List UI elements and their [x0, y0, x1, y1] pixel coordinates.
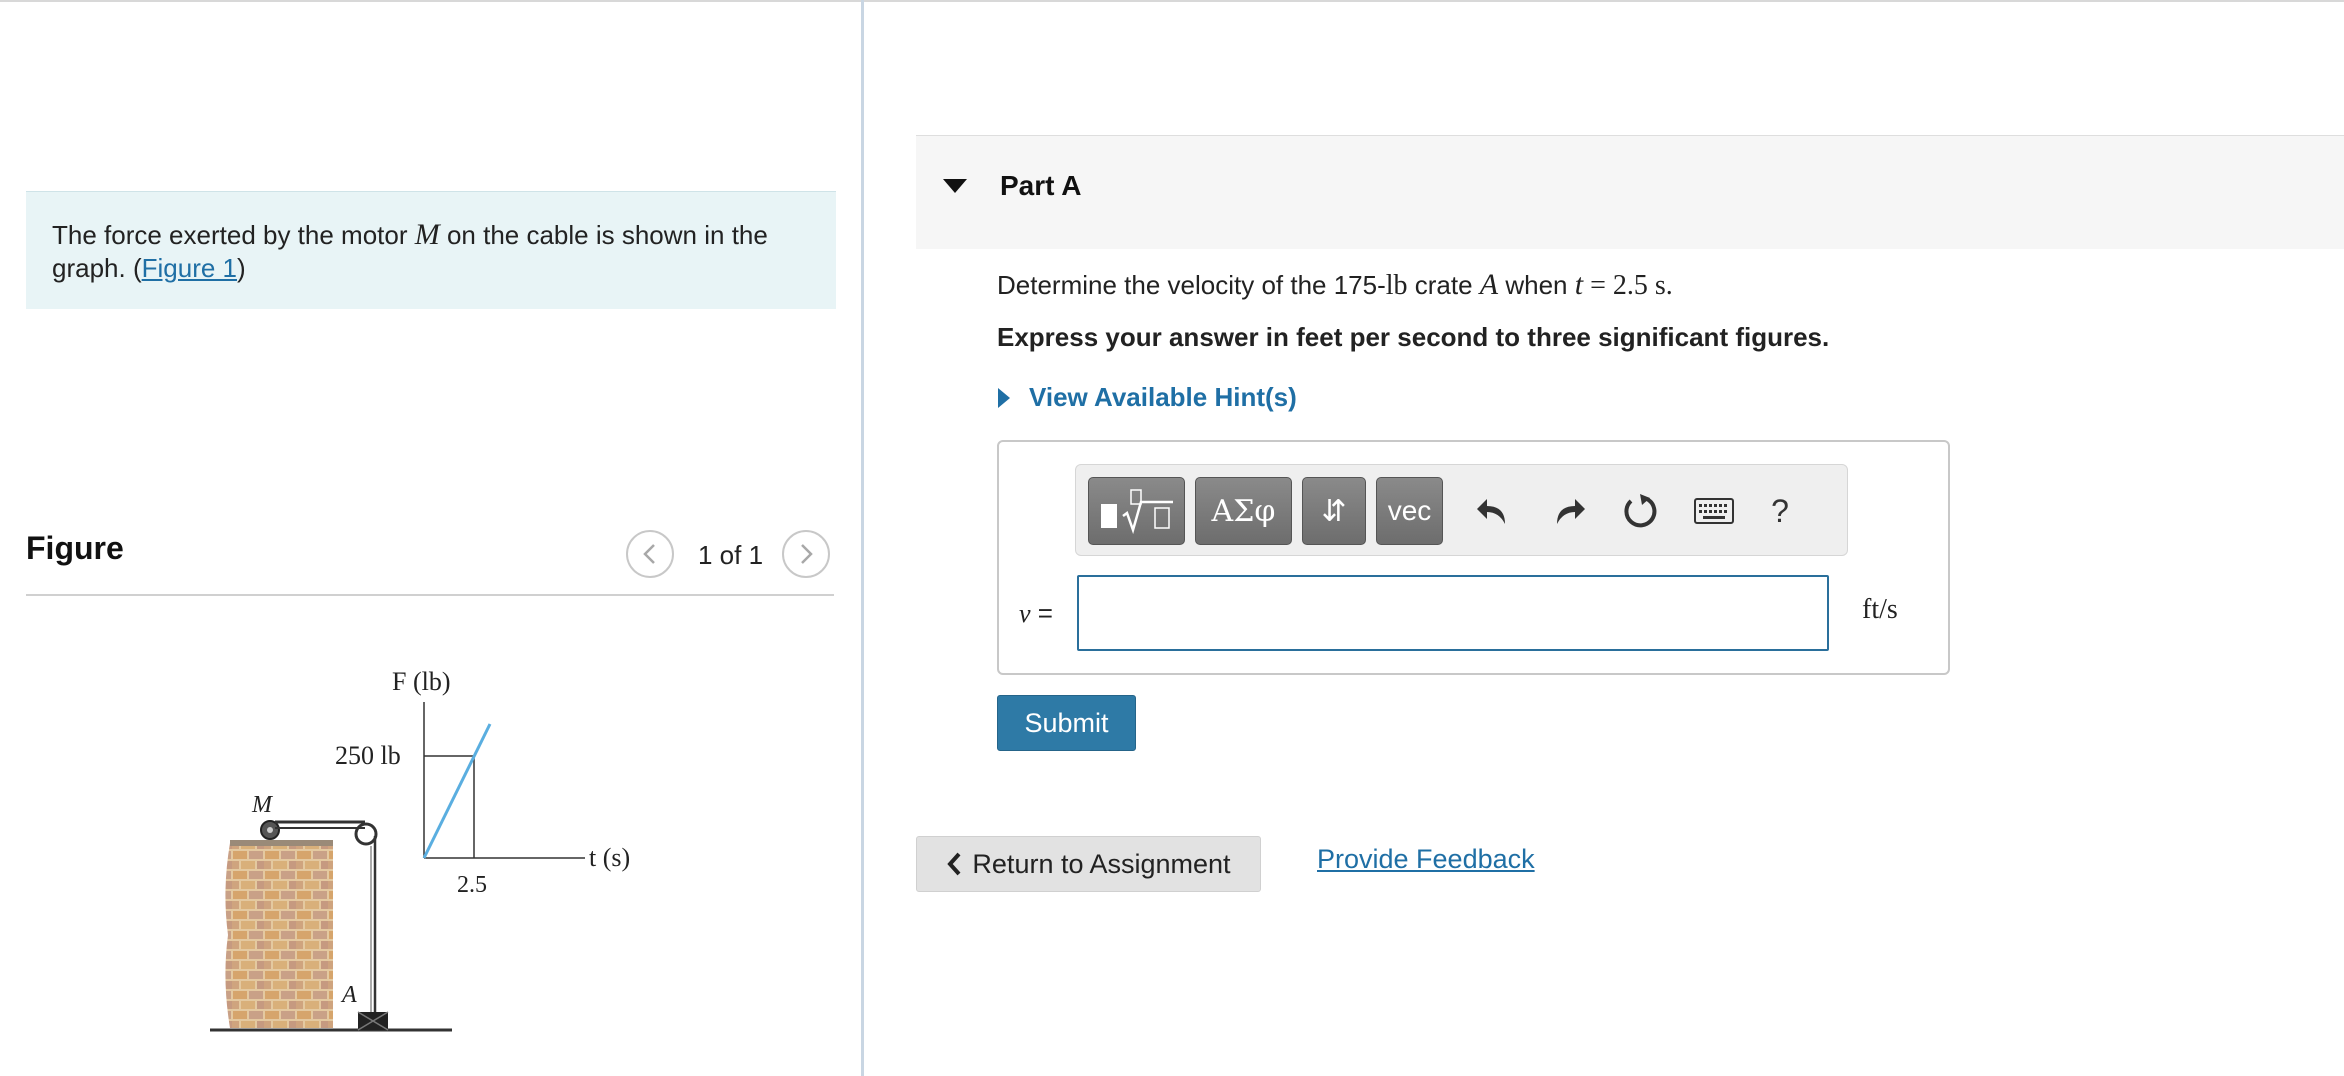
- keyboard-icon: [1694, 498, 1734, 524]
- answer-input[interactable]: [1077, 575, 1829, 651]
- answer-variable: v: [1019, 599, 1031, 628]
- pulley: [354, 822, 378, 846]
- answer-unit: ft/s: [1862, 594, 1898, 625]
- figure-header: Figure 1 of 1: [26, 520, 834, 596]
- chevron-left-icon: [947, 852, 961, 876]
- motor: [260, 820, 280, 840]
- chevron-right-icon: [801, 544, 813, 564]
- t-value: = 2.5 s.: [1583, 270, 1673, 301]
- motor-label: M: [251, 792, 274, 818]
- provide-feedback-link[interactable]: Provide Feedback: [1317, 844, 1535, 875]
- figure-pager: 1 of 1: [698, 540, 764, 570]
- graph-x-label: t (s): [589, 843, 630, 872]
- question-text: Determine the velocity of the 175-lb cra…: [997, 268, 1673, 302]
- force-graph: [422, 702, 585, 859]
- prev-figure-button[interactable]: [626, 530, 674, 578]
- caret-right-icon: [998, 387, 1010, 408]
- vector-button[interactable]: vec: [1376, 477, 1443, 545]
- keyboard-button[interactable]: [1692, 487, 1736, 535]
- return-label: Return to Assignment: [972, 848, 1231, 879]
- force-value-label: 250 lb: [335, 741, 401, 770]
- figure-illustration: M A F (lb) 250 lb t (s) 2.5: [210, 667, 630, 1032]
- force-line: [422, 723, 492, 859]
- submit-button[interactable]: Submit: [997, 695, 1136, 751]
- math-toolbar: ΑΣφ ⇵ vec ?: [1075, 464, 1848, 556]
- figure-title: Figure: [26, 530, 124, 566]
- top-border: [0, 0, 2344, 2]
- graph-y-label: F (lb): [392, 667, 451, 696]
- view-hints-toggle[interactable]: View Available Hint(s): [997, 382, 1297, 413]
- problem-text-before: The force exerted by the motor: [52, 220, 415, 250]
- problem-statement: The force exerted by the motor M on the …: [26, 191, 836, 309]
- part-a-header[interactable]: Part A: [916, 135, 2344, 249]
- greek-symbols-button[interactable]: ΑΣφ: [1195, 477, 1292, 545]
- arrows-button[interactable]: ⇵: [1302, 477, 1366, 545]
- answer-variable-label: v =: [1019, 598, 1053, 629]
- undo-button[interactable]: [1468, 487, 1516, 535]
- problem-close-paren: ): [237, 253, 246, 283]
- column-divider: [861, 0, 864, 1076]
- motor-symbol: M: [414, 218, 440, 251]
- reset-button[interactable]: [1616, 487, 1664, 535]
- brick-wall: [225, 840, 333, 1028]
- template-icon: [1100, 489, 1173, 535]
- figure-link[interactable]: Figure 1: [142, 253, 237, 283]
- next-figure-button[interactable]: [782, 530, 830, 578]
- t-tick-label: 2.5: [457, 872, 487, 898]
- help-button[interactable]: ?: [1762, 487, 1798, 535]
- caret-down-icon[interactable]: [942, 178, 968, 194]
- crate-label: A: [340, 982, 357, 1008]
- redo-button[interactable]: [1546, 487, 1594, 535]
- answer-equals: =: [1030, 598, 1053, 628]
- question-when: when: [1498, 270, 1575, 300]
- t-symbol: t: [1574, 268, 1584, 301]
- instruction-text: Express your answer in feet per second t…: [997, 322, 1830, 352]
- chevron-left-icon: [643, 544, 655, 564]
- reset-icon: [1624, 494, 1657, 528]
- undo-icon: [1477, 499, 1505, 524]
- question-prefix: Determine the velocity of the 175-: [997, 270, 1386, 300]
- question-mid: crate: [1407, 270, 1480, 300]
- hint-label: View Available Hint(s): [1029, 382, 1297, 412]
- crate: [357, 1011, 389, 1031]
- crate-symbol: A: [1479, 268, 1499, 301]
- question-unit: lb: [1385, 270, 1408, 301]
- return-to-assignment-button[interactable]: Return to Assignment: [916, 836, 1261, 892]
- templates-button[interactable]: [1088, 477, 1185, 545]
- part-title: Part A: [1000, 170, 1082, 201]
- redo-icon: [1557, 499, 1585, 524]
